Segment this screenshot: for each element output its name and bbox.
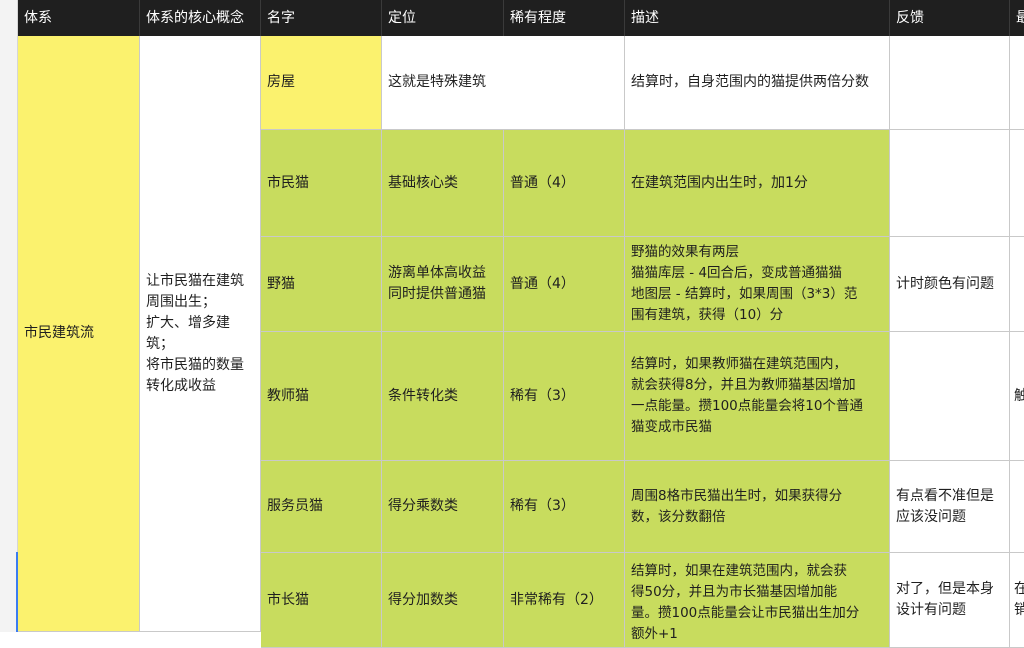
cell-extra[interactable] — [1010, 237, 1024, 332]
cell-position[interactable]: 条件转化类 — [382, 332, 504, 461]
cell-rarity[interactable]: 稀有（3） — [504, 461, 625, 553]
cell-position[interactable]: 基础核心类 — [382, 130, 504, 237]
cell-position[interactable]: 这就是特殊建筑 — [382, 36, 625, 130]
system-cell[interactable]: 市民建筑流 — [18, 36, 140, 632]
cell-feedback[interactable] — [890, 332, 1010, 461]
cell-feedback[interactable] — [890, 130, 1010, 237]
cell-name[interactable]: 市民猫 — [261, 130, 382, 237]
cell-extra[interactable]: 在 销 — [1010, 553, 1024, 648]
cell-rarity[interactable]: 普通（4） — [504, 130, 625, 237]
header-rarity[interactable]: 稀有程度 — [504, 0, 625, 36]
header-description[interactable]: 描述 — [625, 0, 890, 36]
header-system[interactable]: 体系 — [18, 0, 140, 36]
cell-rarity[interactable]: 普通（4） — [504, 237, 625, 332]
cell-rarity[interactable]: 非常稀有（2） — [504, 553, 625, 648]
cell-description[interactable]: 周围8格市民猫出生时，如果获得分 数，该分数翻倍 — [625, 461, 890, 553]
cell-name[interactable]: 野猫 — [261, 237, 382, 332]
cell-extra[interactable] — [1010, 36, 1024, 130]
cell-extra[interactable] — [1010, 130, 1024, 237]
header-feedback[interactable]: 反馈 — [890, 0, 1010, 36]
cell-name[interactable]: 教师猫 — [261, 332, 382, 461]
cell-rarity[interactable]: 稀有（3） — [504, 332, 625, 461]
cell-description[interactable]: 结算时，自身范围内的猫提供两倍分数 — [625, 36, 890, 130]
cell-description[interactable]: 野猫的效果有两层 猫猫库层 - 4回合后，变成普通猫猫 地图层 - 结算时，如果… — [625, 237, 890, 332]
core-concept-cell[interactable]: 让市民猫在建筑 周围出生； 扩大、增多建 筑； 将市民猫的数量 转化成收益 — [140, 36, 261, 632]
row-gutter — [0, 0, 18, 632]
cell-description[interactable]: 在建筑范围内出生时，加1分 — [625, 130, 890, 237]
cell-name[interactable]: 市长猫 — [261, 553, 382, 648]
header-core-concept[interactable]: 体系的核心概念 — [140, 0, 261, 36]
cell-position[interactable]: 得分乘数类 — [382, 461, 504, 553]
cell-feedback[interactable]: 对了，但是本身 设计有问题 — [890, 553, 1010, 648]
cell-name[interactable]: 房屋 — [261, 36, 382, 130]
cell-description[interactable]: 结算时，如果在建筑范围内，就会获 得50分，并且为市长猫基因增加能 量。攒100… — [625, 553, 890, 648]
cell-position[interactable]: 游离单体高收益 同时提供普通猫 — [382, 237, 504, 332]
cell-extra[interactable] — [1010, 461, 1024, 553]
cell-feedback[interactable] — [890, 36, 1010, 130]
cell-name[interactable]: 服务员猫 — [261, 461, 382, 553]
cell-feedback[interactable]: 有点看不准但是 应该没问题 — [890, 461, 1010, 553]
header-name[interactable]: 名字 — [261, 0, 382, 36]
cell-description[interactable]: 结算时，如果教师猫在建筑范围内， 就会获得8分，并且为教师猫基因增加 一点能量。… — [625, 332, 890, 461]
header-position[interactable]: 定位 — [382, 0, 504, 36]
cell-feedback[interactable]: 计时颜色有问题 — [890, 237, 1010, 332]
header-extra[interactable]: 最 — [1010, 0, 1024, 36]
cell-position[interactable]: 得分加数类 — [382, 553, 504, 648]
header-row: 体系 体系的核心概念 名字 定位 稀有程度 描述 反馈 最 — [18, 0, 1024, 36]
cell-extra[interactable]: 触 — [1010, 332, 1024, 461]
